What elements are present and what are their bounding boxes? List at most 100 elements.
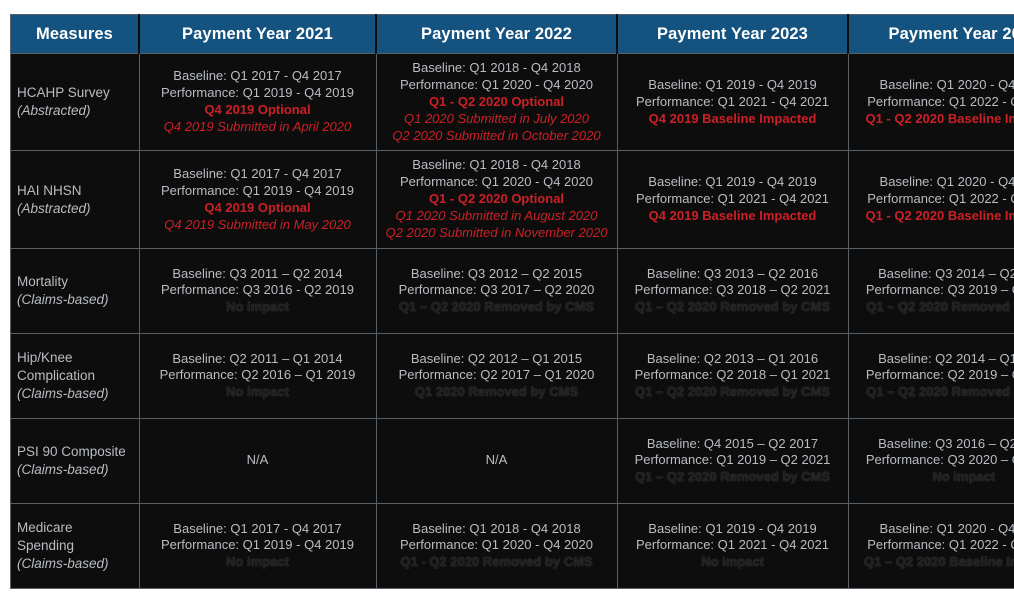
cell-hcahp-survey-py2021: Baseline: Q1 2017 - Q4 2017 Performance: …	[138, 52, 377, 152]
cell-line: Performance: Q1 2022 - Q4 2022	[867, 93, 1014, 109]
cell-line: Q1 2020 Submitted in August 2020	[395, 208, 598, 224]
cell-line: Performance: Q1 2019 - Q4 2019	[161, 537, 354, 553]
measures-table: Measures Payment Year 2021 Payment Year …	[10, 14, 1014, 589]
cell-hip-knee-complication-py2024: Baseline: Q2 2014 – Q1 2017Performance: …	[847, 332, 1014, 419]
table-row: HCAHP Survey (Abstracted) Baseline: Q1 201…	[10, 52, 1014, 152]
cell-hcahp-survey-py2022: Baseline: Q1 2018 - Q4 2018 Performance: …	[375, 52, 618, 152]
cell-line: Q4 2019 Baseline Impacted	[648, 110, 817, 126]
table-row: PSI 90 Composite (Claims-based) N/A N/A Base…	[10, 417, 1014, 504]
cell-line: Baseline: Q1 2019 - Q4 2019	[648, 520, 817, 536]
cell-line: Baseline: Q1 2017 - Q4 2017	[173, 165, 342, 181]
cell-medicare-spending-py2024: Baseline: Q1 2020 - Q4 2020Performance: …	[847, 502, 1014, 589]
cell-line: Performance: Q1 2022 - Q4 2022	[867, 191, 1014, 207]
cell-hai-nhsn-py2024: Baseline: Q1 2020 - Q4 2020Performance: …	[847, 150, 1014, 249]
cell-line: Q1 – Q2 2020 Removed by CMS	[634, 299, 831, 315]
cell-line: Q1 - Q2 2020 Baseline Impacted	[865, 208, 1014, 224]
measure-subtitle: (Claims-based)	[17, 555, 109, 571]
cell-line: Q1 2020 Submitted in July 2020	[403, 110, 589, 126]
measure-subtitle: (Abstracted)	[17, 103, 91, 119]
cell-psi-90-composite-py2024: Baseline: Q3 2016 – Q2 2018Performance: …	[847, 417, 1014, 504]
table-row: Medicare Spending (Claims-based) Baseline:…	[10, 502, 1014, 589]
measure-title: Mortality	[17, 274, 69, 290]
table-row: HAI NHSN (Abstracted) Baseline: Q1 2017 - …	[10, 150, 1014, 249]
cell-psi-90-composite-py2022: N/A	[375, 417, 618, 504]
cell-line: Performance: Q1 2020 - Q4 2020	[400, 537, 593, 553]
table-body: HCAHP Survey (Abstracted) Baseline: Q1 201…	[10, 52, 1014, 589]
cell-line: Performance: Q1 2020 - Q4 2020	[400, 76, 593, 92]
cell-line: Q4 2019 Submitted in April 2020	[163, 119, 352, 135]
cell-line: Performance: Q3 2020 – Q2 2022	[865, 452, 1014, 468]
cell-line: No impact	[226, 299, 289, 315]
cell-hip-knee-complication-py2023: Baseline: Q2 2013 – Q1 2016 Performance: …	[616, 332, 849, 419]
cell-line: Performance: Q1 2021 - Q4 2021	[636, 537, 829, 553]
page-root: Measures Payment Year 2021 Payment Year …	[0, 0, 1014, 600]
cell-line: Q1 - Q2 2020 Baseline Impacted	[865, 110, 1014, 126]
cell-line: Performance: Q2 2018 – Q1 2021	[634, 367, 831, 383]
cell-line: N/A	[485, 452, 508, 468]
cell-line: Performance: Q2 2017 – Q1 2020	[398, 367, 595, 383]
measure-name-cell-hcahp-survey: HCAHP Survey (Abstracted)	[10, 52, 140, 152]
column-header-payment-year-2024: Payment Year 2024	[847, 14, 1014, 54]
cell-line: Q4 2019 Optional	[204, 102, 311, 118]
table-row: Mortality (Claims-based) Baseline: Q3 2011…	[10, 247, 1014, 334]
cell-line: Baseline: Q2 2012 – Q1 2015	[410, 350, 583, 366]
cell-line: Baseline: Q1 2019 - Q4 2019	[648, 174, 817, 190]
cell-medicare-spending-py2021: Baseline: Q1 2017 - Q4 2017 Performance: …	[138, 502, 377, 589]
cell-line: Baseline: Q1 2017 - Q4 2017	[173, 68, 342, 84]
cell-psi-90-composite-py2023: Baseline: Q4 2015 – Q2 2017 Performance: …	[616, 417, 849, 504]
measure-title: Hip/Knee Complication	[17, 350, 96, 383]
cell-line: Baseline: Q1 2020 - Q4 2020	[879, 520, 1014, 536]
column-header-payment-year-2021: Payment Year 2021	[138, 14, 377, 54]
cell-line: Performance: Q1 2021 - Q4 2021	[636, 191, 829, 207]
cell-line: Q1 - Q2 2020 Optional	[428, 93, 565, 109]
cell-line: Baseline: Q1 2020 - Q4 2020	[879, 76, 1014, 92]
cell-hai-nhsn-py2021: Baseline: Q1 2017 - Q4 2017 Performance: …	[138, 150, 377, 249]
cell-line: Q1 – Q2 2020 Removed by CMS	[634, 384, 831, 400]
cell-line: No impact	[226, 554, 289, 570]
cell-hai-nhsn-py2023: Baseline: Q1 2019 - Q4 2019 Performance: …	[616, 150, 849, 249]
measure-name-cell-medicare-spending: Medicare Spending (Claims-based)	[10, 502, 140, 589]
cell-line: Q1 - Q2 2020 Removed by CMS	[400, 554, 593, 570]
cell-hip-knee-complication-py2022: Baseline: Q2 2012 – Q1 2015 Performance: …	[375, 332, 618, 419]
cell-line: Q4 2019 Optional	[204, 199, 311, 215]
cell-line: Performance: Q3 2018 – Q2 2021	[634, 282, 831, 298]
cell-line: Q4 2019 Baseline Impacted	[648, 208, 817, 224]
cell-line: N/A	[246, 452, 269, 468]
cell-hai-nhsn-py2022: Baseline: Q1 2018 - Q4 2018 Performance: …	[375, 150, 618, 249]
cell-line: Baseline: Q3 2012 – Q2 2015	[410, 265, 583, 281]
measure-name-cell-psi-90-composite: PSI 90 Composite (Claims-based)	[10, 417, 140, 504]
cell-line: Q2 2020 Submitted in November 2020	[385, 225, 608, 241]
cell-line: Performance: Q3 2019 – Q2 2022	[865, 282, 1014, 298]
cell-line: Baseline: Q1 2020 - Q4 2020	[879, 174, 1014, 190]
cell-hcahp-survey-py2023: Baseline: Q1 2019 - Q4 2019 Performance: …	[616, 52, 849, 152]
cell-line: Q1 – Q2 2020 Baseline Impacted	[864, 554, 1014, 570]
cell-line: No impact	[701, 554, 764, 570]
cell-line: Q1 - Q2 2020 Optional	[428, 191, 565, 207]
column-header-payment-year-2022: Payment Year 2022	[375, 14, 618, 54]
cell-mortality-py2024: Baseline: Q3 2014 – Q2 2017Performance: …	[847, 247, 1014, 334]
cell-line: Baseline: Q3 2014 – Q2 2017	[878, 265, 1014, 281]
column-header-measures: Measures	[10, 14, 140, 54]
cell-line: Baseline: Q3 2013 – Q2 2016	[646, 265, 819, 281]
cell-line: Q1 – Q2 2020 Removed by CMS	[634, 469, 831, 485]
measure-name-cell-mortality: Mortality (Claims-based)	[10, 247, 140, 334]
cell-line: Performance: Q1 2019 – Q2 2021	[634, 452, 831, 468]
cell-line: No impact	[226, 384, 289, 400]
table-header: Measures Payment Year 2021 Payment Year …	[10, 14, 1014, 54]
cell-line: No impact	[932, 469, 996, 485]
measure-title: HCAHP Survey	[17, 85, 110, 101]
cell-line: Performance: Q3 2016 - Q2 2019	[161, 282, 354, 298]
cell-mortality-py2023: Baseline: Q3 2013 – Q2 2016 Performance: …	[616, 247, 849, 334]
cell-line: Baseline: Q3 2011 – Q2 2014	[172, 265, 343, 281]
cell-line: Performance: Q1 2019 - Q4 2019	[161, 85, 354, 101]
cell-line: Q1 – Q2 2020 Removed by CMS	[398, 299, 595, 315]
cell-psi-90-composite-py2021: N/A	[138, 417, 377, 504]
cell-line: Performance: Q1 2022 - Q4 2022	[867, 537, 1014, 553]
measure-subtitle: (Claims-based)	[17, 291, 109, 307]
cell-hip-knee-complication-py2021: Baseline: Q2 2011 – Q1 2014 Performance: …	[138, 332, 377, 419]
measure-name-cell-hip-knee-complication: Hip/Knee Complication (Claims-based)	[10, 332, 140, 419]
cell-line: Baseline: Q3 2016 – Q2 2018	[878, 435, 1014, 451]
cell-line: Baseline: Q4 2015 – Q2 2017	[646, 435, 819, 451]
cell-line: Performance: Q3 2017 – Q2 2020	[398, 282, 595, 298]
cell-hcahp-survey-py2024: Baseline: Q1 2020 - Q4 2020Performance: …	[847, 52, 1014, 152]
